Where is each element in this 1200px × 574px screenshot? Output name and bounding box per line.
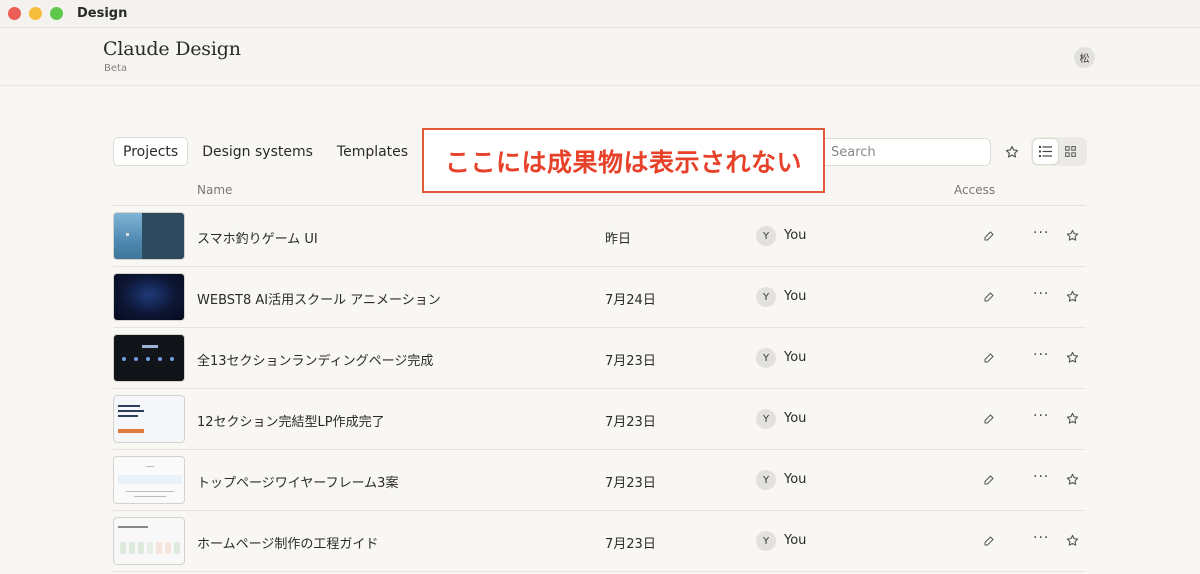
tab-templates[interactable]: Templates — [327, 137, 418, 166]
owner-name: You — [784, 289, 807, 304]
favorites-filter-button[interactable] — [1000, 140, 1024, 164]
pencil-icon — [981, 472, 997, 488]
close-window-button[interactable] — [8, 7, 21, 20]
pencil-icon — [981, 228, 997, 244]
table-row[interactable]: 全13セクションランディングページ完成 7月23日 Y You ··· — [113, 328, 1086, 389]
tab-design-systems[interactable]: Design systems — [192, 137, 323, 166]
table-row[interactable]: 12セクション完結型LP作成完了 7月23日 Y You ··· — [113, 389, 1086, 450]
grid-view-icon — [1065, 146, 1076, 157]
project-thumbnail — [113, 395, 185, 443]
owner-avatar: Y — [756, 226, 776, 246]
favorite-button[interactable] — [1064, 471, 1080, 487]
project-date: 7月23日 — [605, 415, 656, 430]
project-thumbnail — [113, 334, 185, 382]
favorite-button[interactable] — [1064, 288, 1080, 304]
project-date: 7月24日 — [605, 293, 656, 308]
table-row[interactable]: WEBST8 AI活用スクール アニメーション 7月24日 Y You ··· — [113, 267, 1086, 328]
star-icon — [1066, 290, 1078, 302]
project-thumbnail — [113, 212, 185, 260]
window-title: Design — [77, 6, 128, 21]
project-date: 昨日 — [605, 232, 632, 247]
more-options-button[interactable]: ··· — [1033, 530, 1049, 546]
pencil-icon — [981, 533, 997, 549]
project-date: 7月23日 — [605, 537, 656, 552]
star-icon — [1005, 145, 1019, 158]
owner-avatar: Y — [756, 287, 776, 307]
brand[interactable]: Claude Design Beta — [103, 38, 241, 74]
table-row[interactable]: ホームページ制作の工程ガイド 7月23日 Y You ··· — [113, 511, 1086, 572]
annotation-callout: ここには成果物は表示されない — [422, 128, 825, 193]
table-row[interactable]: スマホ釣りゲーム UI 昨日 Y You ··· — [113, 206, 1086, 267]
project-name: スマホ釣りゲーム UI — [197, 232, 318, 247]
list-view-icon — [1039, 146, 1052, 157]
column-access: Access — [954, 183, 996, 197]
list-view-button[interactable] — [1033, 139, 1058, 164]
owner-avatar: Y — [756, 470, 776, 490]
pencil-icon — [981, 350, 997, 366]
owner-name: You — [784, 411, 807, 426]
pencil-icon — [981, 411, 997, 427]
table-row[interactable]: トップページワイヤーフレーム3案 7月23日 Y You ··· — [113, 450, 1086, 511]
project-thumbnail — [113, 273, 185, 321]
favorite-button[interactable] — [1064, 410, 1080, 426]
owner-name: You — [784, 533, 807, 548]
column-name[interactable]: Name — [197, 183, 232, 197]
project-name: 全13セクションランディングページ完成 — [197, 354, 434, 369]
grid-view-button[interactable] — [1058, 139, 1083, 164]
tab-projects[interactable]: Projects — [113, 137, 189, 166]
project-thumbnail — [113, 517, 185, 565]
window-controls — [8, 7, 63, 20]
user-avatar[interactable]: 松 — [1074, 47, 1095, 68]
favorite-button[interactable] — [1064, 227, 1080, 243]
project-thumbnail — [113, 456, 185, 504]
project-name: ホームページ制作の工程ガイド — [197, 537, 379, 552]
minimize-window-button[interactable] — [29, 7, 42, 20]
star-icon — [1066, 473, 1078, 485]
more-options-button[interactable]: ··· — [1033, 225, 1049, 241]
project-date: 7月23日 — [605, 354, 656, 369]
search-input[interactable] — [820, 138, 991, 166]
project-name: トップページワイヤーフレーム3案 — [197, 476, 399, 491]
more-options-button[interactable]: ··· — [1033, 408, 1049, 424]
app-name: Claude Design — [103, 38, 241, 60]
owner-avatar: Y — [756, 348, 776, 368]
view-toggle — [1031, 137, 1087, 166]
project-name: 12セクション完結型LP作成完了 — [197, 415, 385, 430]
beta-badge: Beta — [104, 63, 128, 74]
more-options-button[interactable]: ··· — [1033, 469, 1049, 485]
star-icon — [1066, 412, 1078, 424]
more-options-button[interactable]: ··· — [1033, 286, 1049, 302]
project-name: WEBST8 AI活用スクール アニメーション — [197, 293, 441, 308]
owner-avatar: Y — [756, 531, 776, 551]
more-options-button[interactable]: ··· — [1033, 347, 1049, 363]
window-titlebar: Design — [0, 0, 1200, 28]
owner-avatar: Y — [756, 409, 776, 429]
owner-name: You — [784, 472, 807, 487]
star-icon — [1066, 534, 1078, 546]
project-date: 7月23日 — [605, 476, 656, 491]
star-icon — [1066, 351, 1078, 363]
owner-name: You — [784, 350, 807, 365]
app-header: Claude Design Beta 松 — [0, 28, 1200, 86]
pencil-icon — [981, 289, 997, 305]
section-tabs: Projects Design systems Templates — [113, 137, 418, 166]
favorite-button[interactable] — [1064, 349, 1080, 365]
favorite-button[interactable] — [1064, 532, 1080, 548]
owner-name: You — [784, 228, 807, 243]
star-icon — [1066, 229, 1078, 241]
maximize-window-button[interactable] — [50, 7, 63, 20]
